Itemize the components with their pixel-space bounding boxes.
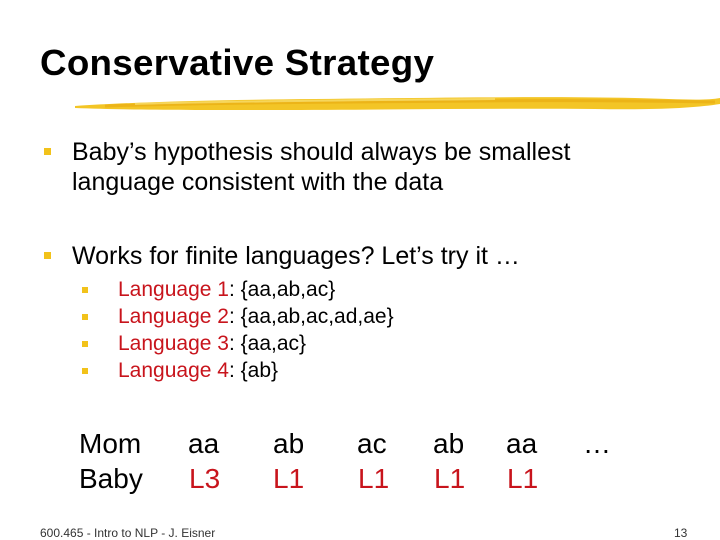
language-item: Language 2: {aa,ab,ac,ad,ae}	[118, 304, 394, 330]
language-label: Language 2	[118, 305, 229, 328]
sub-bullet-icon	[82, 287, 88, 293]
bullet-line: language consistent with the data	[72, 168, 444, 196]
slide-title: Conservative Strategy	[40, 42, 435, 83]
language-label: Language 3	[118, 332, 229, 355]
bullet-icon	[44, 148, 51, 155]
bullet-icon	[44, 252, 51, 259]
bullet-line: Baby’s hypothesis should always be small…	[72, 138, 571, 166]
mom-label: Mom	[79, 428, 142, 459]
bullet-text: Baby’s hypothesis should always be small…	[72, 137, 570, 197]
baby-hypothesis: L3	[189, 463, 221, 494]
mom-utterance: ac	[357, 428, 387, 459]
baby-hypothesis: L1	[434, 463, 466, 494]
baby-hypothesis: L1	[358, 463, 390, 494]
language-item: Language 4: {ab}	[118, 358, 278, 384]
sub-bullet-icon	[82, 341, 88, 347]
mom-utterance: aa	[188, 428, 220, 459]
sub-bullet-icon	[82, 314, 88, 320]
mom-utterance: ab	[273, 428, 305, 459]
language-set: : {ab}	[228, 359, 279, 382]
language-item: Language 3: {aa,ac}	[118, 331, 306, 357]
language-set: : {aa,ac}	[228, 332, 307, 355]
mom-utterance-ellipsis: …	[583, 428, 611, 459]
baby-label: Baby	[79, 463, 143, 494]
mom-utterance: aa	[506, 428, 538, 459]
bullet-line: Works for finite languages? Let’s try it…	[72, 242, 520, 270]
language-label: Language 1	[118, 278, 229, 301]
language-set: : {aa,ab,ac,ad,ae}	[228, 305, 394, 328]
sub-bullet-icon	[82, 368, 88, 374]
mom-utterance: ab	[433, 428, 465, 459]
language-set: : {aa,ab,ac}	[228, 278, 336, 301]
bullet-text: Works for finite languages? Let’s try it…	[72, 241, 520, 271]
language-item: Language 1: {aa,ab,ac}	[118, 277, 335, 303]
page-number: 13	[674, 526, 688, 540]
language-label: Language 4	[118, 359, 229, 382]
baby-hypothesis: L1	[507, 463, 539, 494]
baby-hypothesis: L1	[273, 463, 305, 494]
footer-course: 600.465 - Intro to NLP - J. Eisner	[40, 526, 216, 540]
title-underline-brushstroke	[75, 97, 720, 110]
